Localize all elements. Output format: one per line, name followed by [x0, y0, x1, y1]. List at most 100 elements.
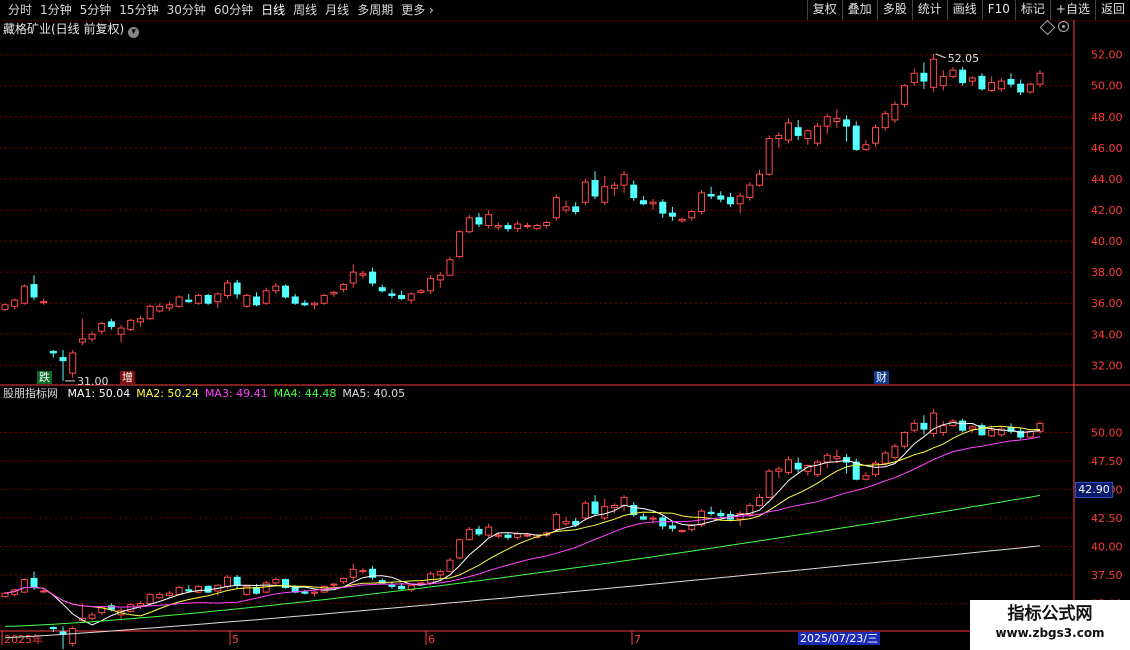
ind-tick-label-3: 42.50 — [1091, 512, 1123, 525]
main-candle-body-31 — [301, 302, 309, 306]
x-axis-label-0: 2025年 — [4, 632, 43, 646]
ind-candle-body-81 — [785, 459, 793, 473]
ind-candle-body-94 — [910, 422, 918, 431]
main-candle-body-81 — [785, 122, 793, 141]
ind-candle-body-13 — [127, 604, 135, 612]
main-candle-body-100 — [968, 77, 976, 82]
badge-zeng[interactable]: 增 — [120, 371, 135, 384]
ind-candle-body-5 — [49, 626, 57, 630]
main-candle-body-39 — [378, 287, 386, 292]
main-candle-body-16 — [156, 305, 164, 312]
main-candle-body-8 — [78, 338, 86, 343]
main-candle-body-3 — [30, 284, 38, 298]
ind-candle-body-0 — [1, 592, 9, 598]
main-candle-body-62 — [601, 186, 609, 203]
ind-candle-body-52 — [504, 534, 512, 538]
main-candle-body-102 — [988, 82, 996, 91]
main-candle-body-89 — [862, 144, 870, 150]
ind-candle-body-64 — [620, 496, 628, 506]
main-candle-body-17 — [165, 304, 173, 309]
main-candle-body-15 — [146, 305, 154, 320]
main-candle-body-11 — [107, 321, 115, 328]
ma-legend-4: MA4: 44.48 — [273, 387, 337, 400]
main-candle-body-5 — [49, 350, 57, 354]
main-candle-body-106 — [1026, 83, 1034, 93]
main-candle-body-99 — [959, 69, 967, 84]
main-candle-body-0 — [1, 304, 9, 310]
ind-candle-body-40 — [388, 584, 396, 587]
main-candle-body-33 — [320, 294, 328, 304]
ind-candle-body-91 — [881, 452, 889, 464]
main-candle-body-26 — [252, 296, 260, 306]
main-candle-body-79 — [765, 138, 773, 175]
main-tick-label-8: 36.00 — [1091, 297, 1123, 310]
main-candle-body-90 — [872, 127, 880, 144]
watermark-logo: 指标公式网 www.zbgs3.com — [970, 600, 1130, 650]
main-candle-body-34 — [330, 291, 338, 295]
ma-legend-3: MA3: 49.41 — [204, 387, 268, 400]
ind-candle-body-3 — [30, 577, 38, 589]
date-crosshair-tag: 2025/07/23/三 — [798, 632, 881, 645]
ind-candle-body-99 — [959, 420, 967, 431]
main-candle-body-77 — [746, 184, 754, 199]
ind-candle-body-50 — [485, 526, 493, 536]
main-candle-body-40 — [388, 293, 396, 296]
ind-candle-body-60 — [581, 502, 589, 519]
main-candle-body-30 — [291, 296, 299, 304]
ind-candle-body-16 — [156, 593, 164, 599]
ind-candle-body-100 — [968, 426, 976, 430]
main-tick-label-5: 42.00 — [1091, 204, 1123, 217]
ind-candle-body-93 — [901, 431, 909, 447]
main-candle-body-23 — [223, 282, 231, 296]
main-tick-label-6: 40.00 — [1091, 235, 1123, 248]
ind-candle-body-82 — [794, 462, 802, 470]
main-candle-body-73 — [707, 193, 715, 197]
ind-candle-body-34 — [330, 583, 338, 586]
main-candle-body-9 — [88, 333, 96, 340]
main-candle-body-91 — [881, 113, 889, 129]
main-candle-body-74 — [717, 195, 725, 200]
ma-legend-5: MA5: 40.05 — [342, 387, 406, 400]
ind-candle-body-26 — [252, 587, 260, 594]
ind-candle-body-54 — [523, 534, 531, 537]
badge-cai[interactable]: 财 — [874, 371, 889, 384]
badge-die[interactable]: 跌 — [37, 371, 52, 384]
ma-legend-values: MA1: 50.04 MA2: 50.24 MA3: 49.41 MA4: 44.48… — [68, 387, 412, 400]
main-candle-body-67 — [649, 201, 657, 205]
main-candle-body-58 — [562, 206, 570, 211]
main-candle-body-63 — [610, 184, 618, 189]
main-candle-body-22 — [214, 293, 222, 303]
indicator-name[interactable]: 股朋指标网 — [3, 387, 58, 400]
main-candle-body-24 — [233, 282, 241, 295]
main-candle-body-69 — [668, 212, 676, 217]
main-candle-body-28 — [272, 285, 280, 292]
ind-tick-label-0: 50.00 — [1091, 426, 1123, 439]
main-candle-body-94 — [910, 72, 918, 84]
main-candle-body-56 — [543, 221, 551, 227]
main-candle-body-60 — [581, 181, 589, 203]
ind-candle-body-58 — [562, 520, 570, 525]
ind-candle-body-49 — [475, 528, 483, 535]
main-candle-body-27 — [262, 290, 270, 304]
main-candle-body-87 — [843, 119, 851, 127]
ind-candle-body-7 — [69, 628, 77, 644]
ind-candle-body-18 — [175, 587, 183, 595]
main-candle-body-55 — [533, 225, 541, 230]
main-candle-body-104 — [1007, 79, 1015, 85]
ind-candle-body-62 — [601, 506, 609, 519]
main-candle-body-86 — [833, 117, 841, 122]
ind-candle-body-36 — [349, 568, 357, 578]
main-candle-body-37 — [359, 273, 367, 276]
ind-candle-body-79 — [765, 470, 773, 498]
main-tick-label-7: 38.00 — [1091, 266, 1123, 279]
main-candle-body-107 — [1036, 72, 1044, 85]
stock-chart[interactable]: 52.00 50.00 48.00 46.00 44.00 42.00 40.00 38.00… — [0, 0, 1130, 650]
main-candle-body-47 — [456, 231, 464, 258]
main-candle-body-36 — [349, 271, 357, 284]
ind-candle-body-61 — [591, 501, 599, 514]
main-candle-body-65 — [630, 184, 638, 199]
price-crosshair-tag: 42.90 — [1075, 482, 1113, 498]
main-candle-body-59 — [572, 206, 580, 213]
main-tick-label-9: 34.00 — [1091, 328, 1123, 341]
low-annotation-label: 31.00 — [77, 375, 109, 388]
